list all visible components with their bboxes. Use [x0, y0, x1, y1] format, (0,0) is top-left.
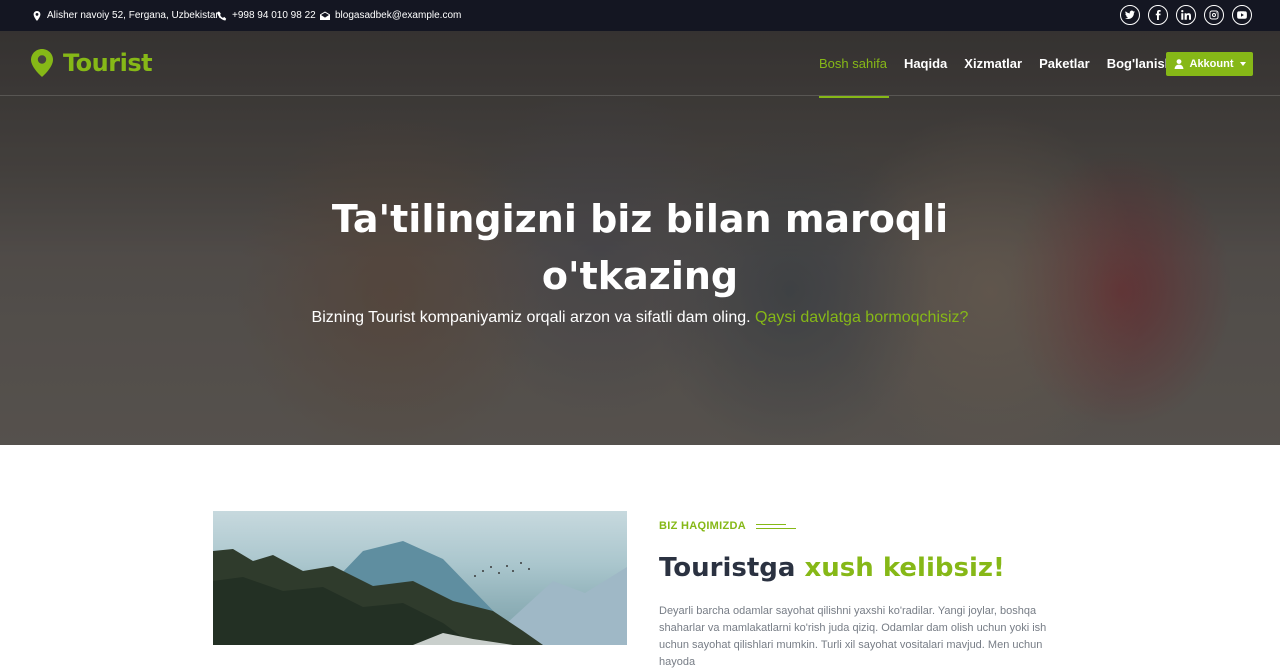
- twitter-link[interactable]: [1120, 5, 1140, 25]
- address-item: Alisher navoiy 52, Fergana, Uzbekistan: [32, 0, 221, 31]
- instagram-icon: [1209, 10, 1219, 20]
- main-nav: Bosh sahifa Haqida Xizmatlar Paketlar Bo…: [819, 56, 1173, 98]
- about-image: [213, 511, 627, 645]
- facebook-icon: [1155, 10, 1161, 20]
- youtube-link[interactable]: [1232, 5, 1252, 25]
- email-text: blogasadbek@example.com: [335, 10, 462, 21]
- about-tag: BIZ HAQIMIZDA: [659, 520, 797, 532]
- about-title-part-1: Touristga: [659, 553, 796, 583]
- brand-name: Tourist: [63, 49, 153, 77]
- linkedin-link[interactable]: [1176, 5, 1196, 25]
- phone-icon: [217, 11, 227, 20]
- about-title-part-2: xush kelibsiz!: [804, 553, 1005, 583]
- youtube-icon: [1237, 11, 1247, 19]
- phone-item[interactable]: +998 94 010 98 22: [217, 0, 316, 31]
- nav-item-about[interactable]: Haqida: [904, 56, 947, 72]
- nav-item-services[interactable]: Xizmatlar: [964, 56, 1022, 72]
- hero-subtitle-text: Bizning Tourist kompaniyamiz orqali arzo…: [311, 309, 751, 326]
- user-icon: [1174, 59, 1183, 69]
- address-text: Alisher navoiy 52, Fergana, Uzbekistan: [47, 10, 221, 21]
- account-dropdown-button[interactable]: Akkount: [1166, 52, 1253, 76]
- about-description: Deyarli barcha odamlar sayohat qilishni …: [659, 605, 1047, 668]
- map-pin-icon: [31, 49, 53, 77]
- hero-title: Ta'tilingizni biz bilan maroqli o'tkazin…: [0, 191, 1280, 305]
- hero-subtitle: Bizning Tourist kompaniyamiz orqali arzo…: [0, 309, 1280, 327]
- email-item[interactable]: blogasadbek@example.com: [320, 0, 461, 31]
- hero-title-line-1: Ta'tilingizni biz bilan maroqli: [331, 197, 949, 241]
- instagram-link[interactable]: [1204, 5, 1224, 25]
- tag-decoration: [756, 523, 797, 529]
- about-tag-text: BIZ HAQIMIZDA: [659, 520, 747, 532]
- nav-item-packages[interactable]: Paketlar: [1039, 56, 1090, 72]
- hero-title-line-2: o'tkazing: [541, 254, 739, 298]
- mountain-landscape-image: [213, 541, 627, 645]
- social-links: [1120, 5, 1252, 25]
- about-title: Touristga xush kelibsiz!: [659, 553, 1005, 583]
- linkedin-icon: [1181, 10, 1191, 20]
- phone-text: +998 94 010 98 22: [232, 10, 316, 21]
- twitter-icon: [1125, 10, 1135, 19]
- top-bar: Alisher navoiy 52, Fergana, Uzbekistan +…: [0, 0, 1280, 31]
- nav-divider: [0, 95, 1280, 96]
- nav-item-contact[interactable]: Bog'lanish: [1107, 56, 1173, 72]
- envelope-icon: [320, 11, 330, 20]
- facebook-link[interactable]: [1148, 5, 1168, 25]
- caret-down-icon: [1239, 62, 1246, 66]
- location-icon: [33, 10, 41, 21]
- brand-logo[interactable]: Tourist: [31, 49, 153, 77]
- account-label: Akkount: [1189, 58, 1234, 70]
- hero-section: Tourist Bosh sahifa Haqida Xizmatlar Pak…: [0, 31, 1280, 445]
- hero-subtitle-accent: Qaysi davlatga bormoqchisiz?: [755, 309, 969, 326]
- nav-item-home[interactable]: Bosh sahifa: [819, 56, 889, 98]
